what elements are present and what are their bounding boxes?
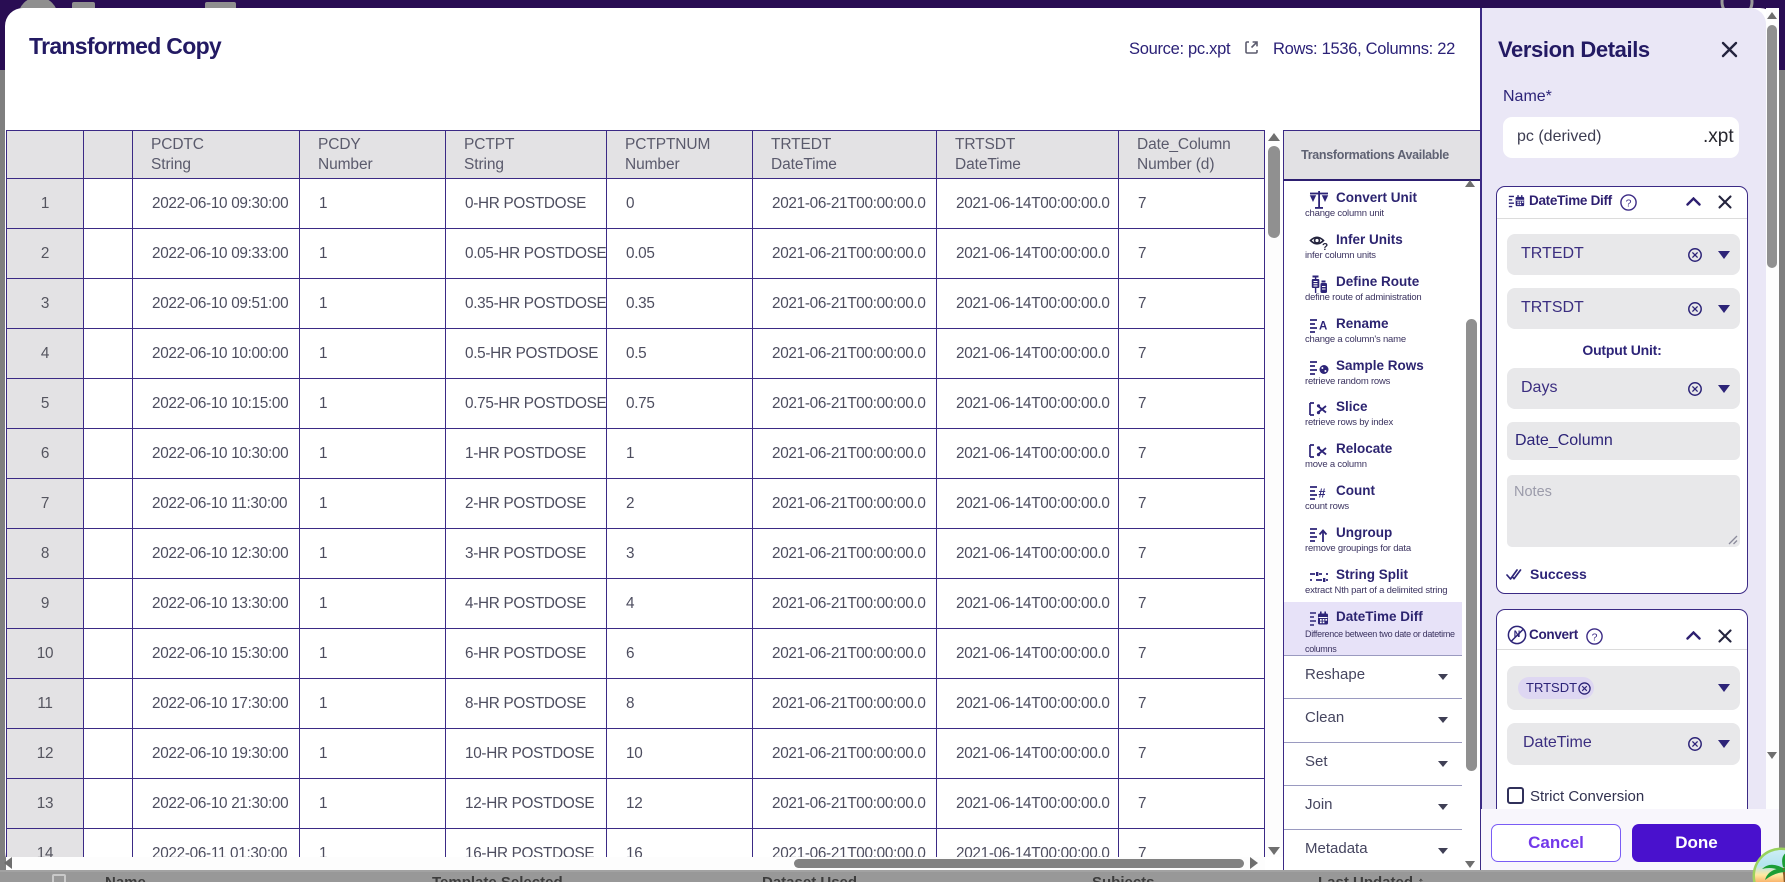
svg-text:N: N bbox=[1514, 629, 1521, 639]
svg-text:?: ? bbox=[1592, 631, 1598, 643]
svg-text:A: A bbox=[1319, 321, 1327, 333]
svg-text:#: # bbox=[1319, 487, 1326, 501]
svg-text:?: ? bbox=[1626, 197, 1632, 209]
